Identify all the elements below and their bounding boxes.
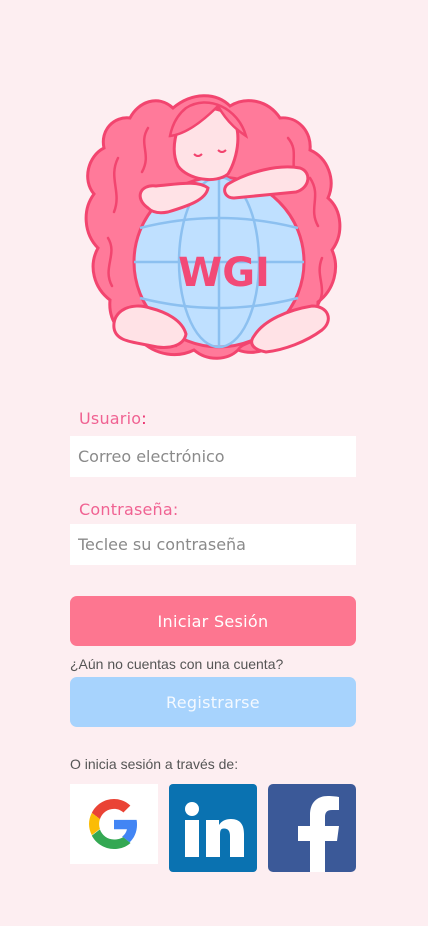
- wgi-logo: WGI: [84, 94, 342, 360]
- register-button-label: Registrarse: [166, 692, 260, 712]
- logo-text: WGI: [178, 250, 270, 296]
- password-field[interactable]: [70, 524, 356, 565]
- google-login-button[interactable]: [70, 784, 158, 864]
- facebook-icon: [298, 796, 339, 872]
- google-icon: [89, 799, 138, 849]
- no-account-text: ¿Aún no cuentas con una cuenta?: [70, 656, 284, 672]
- login-button-label: Iniciar Sesión: [157, 611, 269, 631]
- linkedin-login-button[interactable]: [169, 784, 257, 872]
- password-field-box: [70, 524, 356, 565]
- password-label: Contraseña:: [79, 500, 179, 519]
- linkedin-icon: [185, 802, 244, 857]
- social-login-text: O inicia sesión a través de:: [70, 756, 239, 772]
- user-label-colon: :: [141, 409, 147, 428]
- register-button[interactable]: Registrarse: [70, 677, 356, 727]
- user-label: Usuario:: [79, 409, 147, 428]
- email-field-box: [70, 436, 356, 477]
- login-button[interactable]: Iniciar Sesión: [70, 596, 356, 646]
- email-field[interactable]: [70, 436, 356, 477]
- facebook-login-button[interactable]: [268, 784, 356, 872]
- user-label-text: Usuario: [79, 409, 142, 428]
